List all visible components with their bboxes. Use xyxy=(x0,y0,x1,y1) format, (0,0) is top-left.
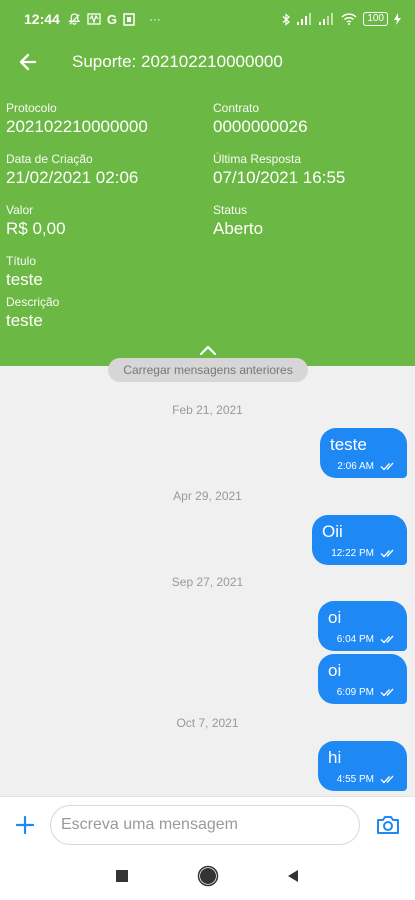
contract-label: Contrato xyxy=(213,101,260,115)
message-bubble[interactable]: Oii 12:22 PM xyxy=(312,515,407,565)
contract-field: Contrato 0000000026 xyxy=(213,101,308,137)
message-time: 2:06 AM xyxy=(337,461,374,472)
status-value: Aberto xyxy=(213,219,264,238)
creation-date-field: Data de Criação 21/02/2021 02:06 xyxy=(6,152,138,188)
wave-icon xyxy=(87,13,101,25)
message-bubble[interactable]: hi 4:55 PM xyxy=(318,741,407,791)
double-check-icon xyxy=(380,775,394,784)
system-nav-bar xyxy=(0,852,415,900)
double-check-icon xyxy=(380,462,394,471)
camera-button[interactable] xyxy=(360,797,415,853)
contract-value: 0000000026 xyxy=(213,117,308,136)
circle-icon xyxy=(197,865,219,887)
chevron-up-icon xyxy=(199,345,217,356)
creation-date-label: Data de Criação xyxy=(6,152,93,166)
chat-area[interactable]: Feb 21, 2021 teste 2:06 AM Apr 29, 2021 … xyxy=(0,366,415,796)
message-meta: 6:04 PM xyxy=(328,634,397,645)
google-icon: G xyxy=(106,11,117,27)
back-nav-button[interactable] xyxy=(281,864,305,888)
value-field: Valor R$ 0,00 xyxy=(6,203,66,239)
last-reply-label: Última Resposta xyxy=(213,152,302,166)
add-attachment-button[interactable] xyxy=(0,797,50,853)
message-input[interactable] xyxy=(50,804,360,845)
last-reply-value: 07/10/2021 16:55 xyxy=(213,168,346,187)
title-value: teste xyxy=(6,270,43,289)
wifi-icon xyxy=(341,13,357,25)
date-separator: Sep 27, 2021 xyxy=(171,575,244,589)
message-time: 4:55 PM xyxy=(336,774,374,785)
status-label: Status xyxy=(213,203,248,217)
message-meta: 4:55 PM xyxy=(328,774,397,785)
creation-date-value: 21/02/2021 02:06 xyxy=(6,168,139,187)
charging-icon xyxy=(394,13,401,25)
page-title: Suporte: 202102210000000 xyxy=(72,52,283,71)
message-text: Oii xyxy=(322,522,343,541)
description-value: teste xyxy=(6,311,43,330)
message-time: 6:09 PM xyxy=(336,687,374,698)
message-time: 6:04 PM xyxy=(336,634,374,645)
protocol-value: 202102210000000 xyxy=(6,117,148,136)
bluetooth-icon xyxy=(282,12,291,26)
last-reply-field: Última Resposta 07/10/2021 16:55 xyxy=(213,152,345,188)
message-time: 12:22 PM xyxy=(331,548,374,559)
signal-icon-2 xyxy=(319,13,334,25)
load-earlier-messages-button[interactable]: Carregar mensagens anteriores xyxy=(108,358,308,382)
double-check-icon xyxy=(380,635,394,644)
arrow-left-icon xyxy=(19,53,37,71)
square-icon xyxy=(116,870,128,882)
message-meta: 6:09 PM xyxy=(328,687,397,698)
message-text: oi xyxy=(328,661,342,680)
more-dots-icon: ··· xyxy=(148,12,161,26)
message-bubble[interactable]: oi 6:04 PM xyxy=(318,601,407,651)
message-meta: 2:06 AM xyxy=(330,461,397,472)
recents-button[interactable] xyxy=(110,864,134,888)
message-meta: 12:22 PM xyxy=(322,548,397,559)
value-value: R$ 0,00 xyxy=(6,219,66,238)
battery-icon: 100 xyxy=(363,12,388,26)
title-label: Título xyxy=(6,254,37,268)
app-bar: Suporte: 202102210000000 xyxy=(0,38,415,86)
message-bubble[interactable]: oi 6:09 PM xyxy=(318,654,407,704)
title-field: Título teste xyxy=(6,254,43,290)
double-check-icon xyxy=(380,549,394,558)
status-time: 12:44 xyxy=(24,11,60,27)
status-left-icons: G ··· xyxy=(68,12,161,27)
message-composer xyxy=(0,796,415,852)
app-icon xyxy=(123,12,135,26)
triangle-back-icon xyxy=(288,870,298,882)
date-separator: Oct 7, 2021 xyxy=(176,716,239,730)
value-label: Valor xyxy=(6,203,34,217)
protocol-field: Protocolo 202102210000000 xyxy=(6,101,148,137)
status-right-icons: 100 xyxy=(282,12,401,26)
date-separator: Feb 21, 2021 xyxy=(172,403,243,417)
description-label: Descrição xyxy=(6,295,60,309)
date-separator: Apr 29, 2021 xyxy=(173,489,242,503)
protocol-label: Protocolo xyxy=(6,101,57,115)
notification-off-icon xyxy=(68,12,81,25)
home-button[interactable] xyxy=(196,864,220,888)
camera-icon xyxy=(376,815,399,834)
double-check-icon xyxy=(380,688,394,697)
plus-icon xyxy=(16,815,34,834)
message-text: oi xyxy=(328,608,342,627)
status-bar: 12:44 G ··· 100 xyxy=(0,0,415,38)
ticket-details: Protocolo 202102210000000 Contrato 00000… xyxy=(0,86,415,366)
description-field: Descrição teste xyxy=(6,295,59,331)
back-button[interactable] xyxy=(0,38,56,86)
status-field: Status Aberto xyxy=(213,203,263,239)
message-bubble[interactable]: teste 2:06 AM xyxy=(320,428,407,478)
message-text: teste xyxy=(330,435,367,454)
message-text: hi xyxy=(328,748,342,767)
signal-icon xyxy=(297,13,312,25)
collapse-details-button[interactable] xyxy=(197,341,219,359)
